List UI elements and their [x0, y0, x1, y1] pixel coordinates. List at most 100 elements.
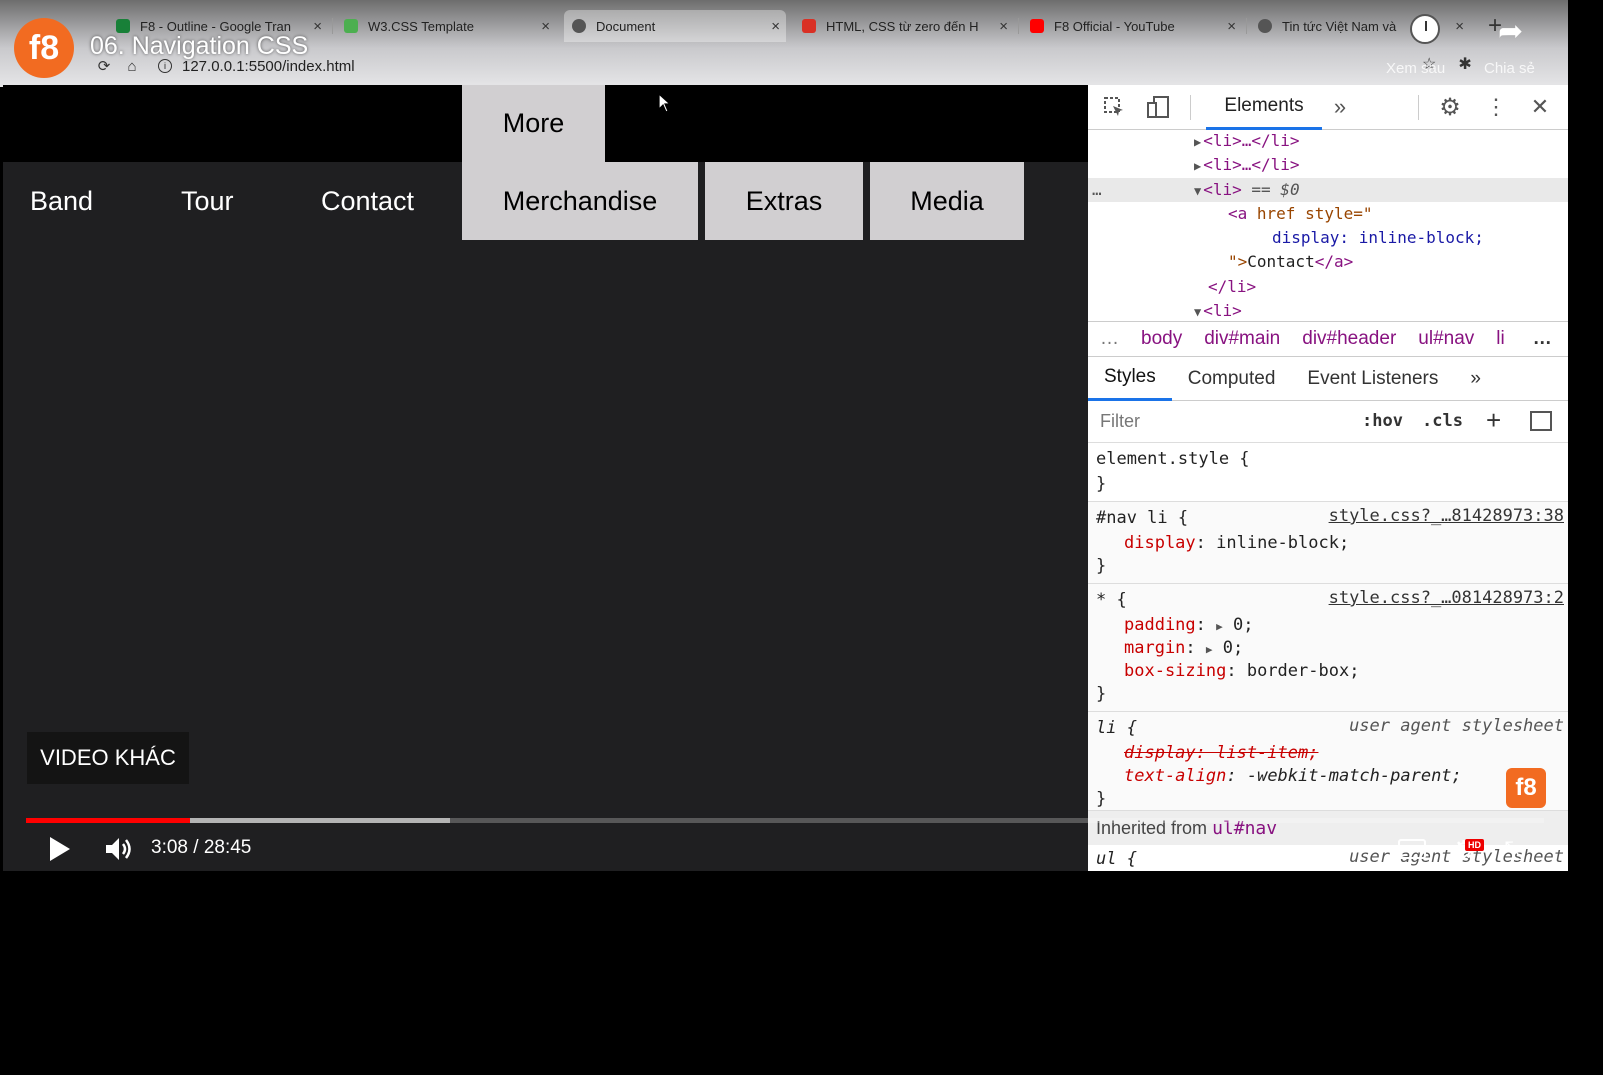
dom-node[interactable]: ▶ <li>…</li>: [1088, 153, 1568, 177]
browser-chrome: F8 - Outline - Google Tran × W3.CSS Temp…: [0, 0, 1603, 87]
close-icon[interactable]: ×: [313, 18, 322, 35]
styles-subtabs: Styles Computed Event Listeners »: [1088, 357, 1568, 401]
collapse-triangle-icon[interactable]: ▼: [1194, 184, 1201, 198]
video-progress-bar[interactable]: [26, 818, 1544, 823]
close-icon[interactable]: ×: [999, 18, 1008, 35]
inspect-element-icon[interactable]: [1102, 95, 1126, 119]
expand-triangle-icon[interactable]: ▶: [1194, 135, 1201, 149]
rule-source-link[interactable]: style.css?_…81428973:38: [1329, 506, 1564, 526]
address-bar[interactable]: 127.0.0.1:5500/index.html: [182, 58, 355, 75]
breadcrumb-item[interactable]: div#header: [1302, 328, 1396, 350]
css-declaration[interactable]: margin: ▶ 0;: [1124, 636, 1243, 660]
share-label[interactable]: Chia sẻ: [1484, 60, 1535, 77]
channel-logo[interactable]: f8: [14, 18, 74, 78]
expand-triangle-icon[interactable]: ▶: [1194, 159, 1201, 173]
info-icon[interactable]: i: [158, 59, 172, 73]
css-declaration[interactable]: padding: ▶ 0;: [1124, 613, 1254, 637]
gear-icon[interactable]: ⚙: [1438, 94, 1462, 121]
dom-ellipsis[interactable]: …: [1092, 178, 1102, 202]
breadcrumb-more[interactable]: …: [1533, 328, 1552, 350]
share-icon[interactable]: ➦: [1498, 14, 1523, 49]
play-icon[interactable]: [50, 837, 70, 861]
w3-icon: [344, 19, 358, 33]
nav-item-contact[interactable]: Contact: [321, 162, 414, 240]
tab-styles[interactable]: Styles: [1088, 357, 1172, 401]
tab-separator: [1018, 18, 1019, 34]
tab-separator: [332, 18, 333, 34]
close-icon[interactable]: ×: [1227, 18, 1236, 35]
rule-close: }: [1096, 474, 1107, 494]
styles-rules: element.style { } #nav li { style.css?_……: [1088, 443, 1568, 871]
volume-icon[interactable]: [104, 835, 134, 863]
hov-toggle[interactable]: :hov: [1362, 411, 1403, 431]
browser-tab[interactable]: F8 Official - YouTube ×: [1022, 10, 1242, 42]
expand-triangle-icon[interactable]: ▶: [1216, 620, 1223, 633]
nav-item-media[interactable]: Media: [870, 162, 1024, 240]
new-rule-button[interactable]: +: [1486, 405, 1501, 436]
nav-item-band[interactable]: Band: [30, 162, 93, 240]
browser-tab[interactable]: W3.CSS Template ×: [336, 10, 556, 42]
mouse-cursor-icon: [658, 93, 672, 113]
exit-fullscreen-icon[interactable]: ⤡: [1504, 835, 1525, 867]
browser-tab[interactable]: HTML, CSS từ zero đến H ×: [794, 10, 1014, 42]
watch-later-icon[interactable]: [1410, 14, 1440, 44]
toolbar-divider: [1418, 95, 1419, 120]
tab-computed[interactable]: Computed: [1172, 357, 1292, 401]
breadcrumb-ellipsis[interactable]: …: [1100, 328, 1119, 350]
rule-selector[interactable]: element.style {: [1096, 447, 1250, 471]
more-videos-button[interactable]: VIDEO KHÁC: [27, 732, 189, 784]
tab-title: W3.CSS Template: [368, 18, 474, 34]
address-row: ⟳ ⌂ i 127.0.0.1:5500/index.html: [90, 56, 355, 76]
breadcrumb-item[interactable]: body: [1141, 328, 1182, 350]
css-declaration-overridden: display: list-item;: [1124, 743, 1319, 763]
breadcrumb-item[interactable]: div#main: [1204, 328, 1280, 350]
more-tabs-icon[interactable]: »: [1328, 94, 1352, 119]
rule-element-style: element.style { }: [1088, 443, 1568, 502]
cls-toggle[interactable]: .cls: [1422, 411, 1463, 431]
expand-triangle-icon[interactable]: ▶: [1206, 643, 1213, 656]
channel-watermark[interactable]: f8: [1506, 768, 1546, 808]
close-icon[interactable]: ×: [771, 18, 780, 35]
nav-item-merchandise[interactable]: Merchandise: [462, 162, 698, 240]
filter-input[interactable]: Filter: [1100, 411, 1140, 432]
puzzle-icon[interactable]: ✱: [1458, 54, 1471, 74]
browser-tab-active[interactable]: Document ×: [564, 10, 786, 42]
close-icon[interactable]: ×: [1455, 18, 1464, 35]
tab-title: Document: [596, 18, 656, 34]
nav-item-extras[interactable]: Extras: [705, 162, 863, 240]
kebab-menu-icon[interactable]: ⋮: [1484, 94, 1508, 119]
styles-filter-row: Filter :hov .cls +: [1088, 401, 1568, 443]
close-icon[interactable]: ×: [541, 18, 550, 35]
reload-icon[interactable]: ⟳: [90, 57, 118, 75]
breadcrumb-item[interactable]: ul#nav: [1418, 328, 1474, 350]
sidebar-toggle-icon[interactable]: [1530, 411, 1552, 431]
watch-later-label[interactable]: Xem sau: [1386, 60, 1445, 77]
nav-item-tour[interactable]: Tour: [181, 162, 234, 240]
css-declaration[interactable]: box-sizing: border-box;: [1124, 659, 1359, 683]
youtube-icon: [1030, 19, 1044, 33]
nav-item-more[interactable]: More: [462, 85, 605, 162]
dom-node[interactable]: ▼ <li>: [1088, 299, 1568, 319]
css-declaration[interactable]: display: inline-block;: [1124, 531, 1349, 555]
dom-node[interactable]: ">Contact</a>: [1088, 250, 1568, 274]
device-toolbar-icon[interactable]: [1146, 95, 1170, 119]
more-subtabs-icon[interactable]: »: [1454, 357, 1497, 401]
rule-li-ua: li { user agent stylesheet display: list…: [1088, 712, 1568, 811]
tab-elements[interactable]: Elements: [1206, 85, 1322, 130]
rule-selector[interactable]: * {: [1096, 588, 1127, 612]
close-icon[interactable]: ✕: [1528, 94, 1552, 119]
breadcrumb-item[interactable]: li: [1496, 328, 1504, 350]
rule-source-link[interactable]: style.css?_…081428973:2: [1329, 588, 1564, 608]
subtitles-icon[interactable]: [1398, 839, 1426, 859]
collapse-triangle-icon[interactable]: ▼: [1194, 305, 1201, 319]
video-time: 3:08 / 28:45: [151, 837, 252, 858]
dom-node[interactable]: <a href style=": [1088, 202, 1568, 226]
rule-selector[interactable]: #nav li {: [1096, 506, 1188, 530]
rule-nav-li: #nav li { style.css?_…81428973:38 displa…: [1088, 502, 1568, 584]
dom-node[interactable]: display: inline-block;: [1088, 226, 1568, 250]
home-icon[interactable]: ⌂: [118, 58, 146, 75]
dom-node[interactable]: </li>: [1088, 275, 1568, 299]
tab-event-listeners[interactable]: Event Listeners: [1291, 357, 1454, 401]
dom-node-selected[interactable]: … ▼ <li> == $0: [1088, 178, 1568, 202]
dom-node[interactable]: ▶ <li>…</li>: [1088, 131, 1568, 153]
